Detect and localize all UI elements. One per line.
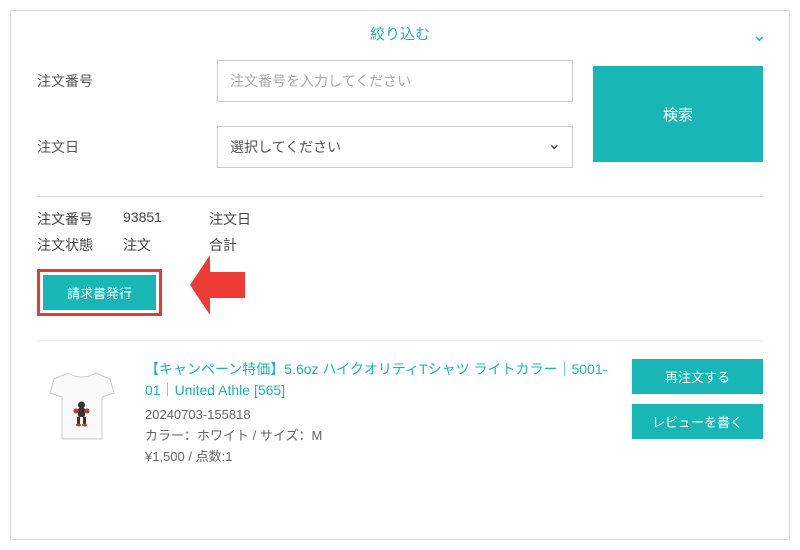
total-meta-value xyxy=(295,235,375,255)
item-price-qty: ¥1,500 / 点数:1 xyxy=(145,447,614,468)
item-code: 20240703-155818 xyxy=(145,405,614,426)
invoice-button[interactable]: 請求書発行 xyxy=(43,275,156,310)
order-number-input[interactable] xyxy=(217,60,573,102)
highlight-box: 請求書発行 xyxy=(37,269,162,316)
order-date-label: 注文日 xyxy=(37,137,197,157)
order-number-meta-value: 93851 xyxy=(123,209,203,229)
search-button[interactable]: 検索 xyxy=(593,66,763,162)
status-meta-label: 注文状態 xyxy=(37,235,117,255)
divider xyxy=(37,196,763,197)
item-title-link[interactable]: 【キャンペーン特価】5.6oz ハイクオリティTシャツ ライトカラー｜5001-… xyxy=(145,359,614,401)
item-spec: カラー：ホワイト / サイズ：M xyxy=(145,426,614,447)
chevron-down-icon[interactable]: ⌄ xyxy=(752,25,767,46)
filter-title: 絞り込む xyxy=(370,26,430,43)
filter-form: 注文番号 検索 注文日 選択してください xyxy=(11,50,789,192)
divider xyxy=(37,340,763,341)
order-date-meta-label: 注文日 xyxy=(209,209,289,229)
reorder-button[interactable]: 再注文する xyxy=(632,359,763,394)
product-thumbnail xyxy=(37,359,127,449)
review-button[interactable]: レビューを書く xyxy=(632,404,763,439)
filter-header: 絞り込む ⌄ xyxy=(11,11,789,50)
order-date-select[interactable]: 選択してください xyxy=(217,126,573,168)
order-number-label: 注文番号 xyxy=(37,71,197,91)
order-item: 【キャンペーン特価】5.6oz ハイクオリティTシャツ ライトカラー｜5001-… xyxy=(11,359,789,467)
item-actions: 再注文する レビューを書く xyxy=(632,359,763,439)
invoice-section: 請求書発行 xyxy=(11,269,789,334)
status-meta-value: 注文 xyxy=(123,235,203,255)
total-meta-label: 合計 xyxy=(209,235,289,255)
order-date-meta-value xyxy=(295,209,375,229)
item-info: 【キャンペーン特価】5.6oz ハイクオリティTシャツ ライトカラー｜5001-… xyxy=(145,359,614,467)
order-meta: 注文番号 93851 注文日 注文状態 注文 合計 xyxy=(11,209,789,269)
order-number-meta-label: 注文番号 xyxy=(37,209,117,229)
